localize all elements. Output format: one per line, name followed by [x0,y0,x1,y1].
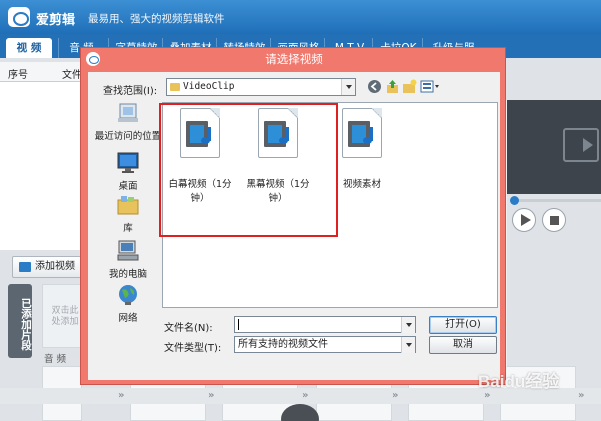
playback-slider-knob[interactable] [510,196,519,205]
add-video-label: 添加视频 [35,261,75,272]
filetype-select[interactable]: 所有支持的视频文件 [234,336,416,353]
look-in-value: VideoClip [183,81,235,92]
app-logo-icon [86,52,100,66]
col-index-header: 序号 [8,70,28,81]
chevron-right-icon: » [302,390,309,401]
chevron-down-icon [401,337,415,353]
filetype-label: 文件类型(T): [164,343,222,354]
place-label: 桌面 [118,181,138,192]
network-globe-icon [119,285,137,305]
app-logo-icon [8,7,30,27]
chevron-down-icon[interactable] [401,317,415,333]
tab-video[interactable]: 视 频 [6,38,52,58]
place-desktop[interactable]: 桌面 [94,152,162,192]
stop-button[interactable] [542,208,566,232]
chevron-right-icon: » [118,390,125,401]
new-folder-icon[interactable] [402,79,417,94]
library-icon [117,196,139,215]
open-button[interactable]: 打开(O) [429,316,497,334]
app-name: 爱剪辑 [36,13,76,28]
place-recent[interactable]: 最近访问的位置 [94,102,162,142]
audio-track-label: 音 频 [44,354,67,365]
chevron-right-icon: » [208,390,215,401]
video-list-header: 序号 文件 [0,62,90,82]
recent-places-icon [118,103,138,122]
watermark: Baidu经验 [478,372,560,391]
look-in-select[interactable]: VideoClip [166,78,356,96]
text-caret [238,319,239,330]
filetype-value: 所有支持的视频文件 [238,339,328,350]
red-highlight-box [159,103,338,237]
chevron-right-icon: » [578,390,585,401]
back-icon[interactable] [367,79,382,94]
view-menu-icon[interactable] [420,79,440,94]
play-button[interactable] [512,208,536,232]
place-libraries[interactable]: 库 [94,194,162,234]
video-file-icon [342,108,382,158]
video-list[interactable] [0,82,90,250]
place-label: 库 [123,223,133,234]
film-icon [563,128,599,162]
look-in-label: 查找范围(I): [103,86,158,97]
computer-icon [117,240,139,261]
added-clips-tab[interactable]: 已添加片段 [8,284,32,358]
cancel-button[interactable]: 取消 [429,336,497,354]
place-label: 最近访问的位置 [94,131,162,142]
chevron-down-icon [341,79,355,95]
filename-input[interactable] [234,316,416,333]
chevron-right-icon: » [392,390,399,401]
filename-label: 文件名(N): [164,323,213,334]
col-file-header: 文件 [62,70,82,81]
place-network[interactable]: 网络 [94,284,162,324]
film-icon [19,262,31,272]
up-folder-icon[interactable] [385,79,400,94]
app-titlebar: 爱剪辑 最易用、强大的视频剪辑软件 [0,0,601,34]
place-label: 网络 [118,313,138,324]
add-video-button[interactable]: 添加视频 [12,256,82,278]
place-label: 我的电脑 [108,269,147,280]
dialog-title: 请选择视频 [265,52,323,66]
folder-icon [170,83,180,91]
app-slogan: 最易用、强大的视频剪辑软件 [88,13,225,25]
place-my-computer[interactable]: 我的电脑 [94,240,162,280]
clip-hint: 双击此处添加 [51,306,79,327]
desktop-icon [117,152,139,173]
playback-slider-track[interactable] [511,199,601,202]
